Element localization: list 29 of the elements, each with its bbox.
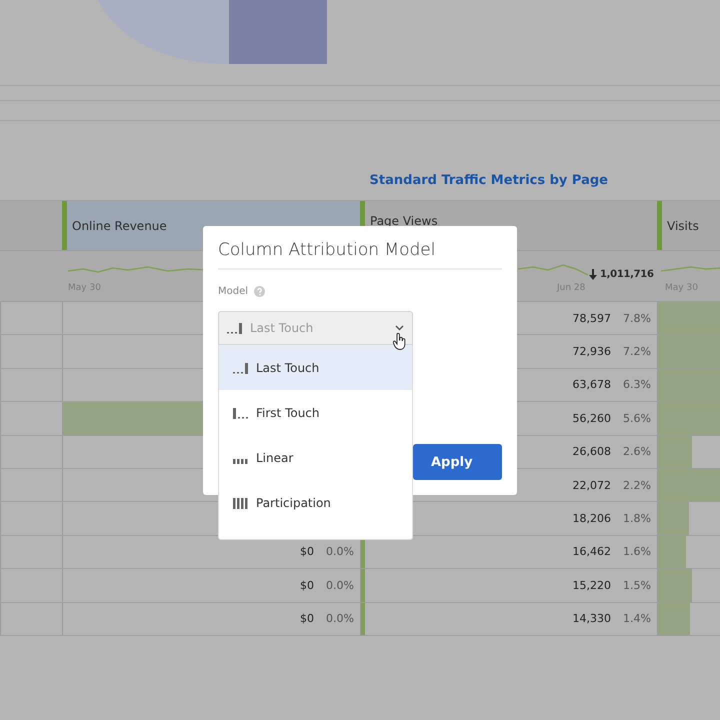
table-cell: 14,330 1.4% [360,602,657,636]
column-header[interactable]: Visits [657,200,720,250]
model-icon [233,458,248,464]
table-cell [0,368,62,402]
table-cell [0,335,62,369]
table-cell [0,602,62,636]
total-value: 1,011,716 [600,269,654,280]
table-cell [0,468,62,502]
model-icon [227,322,242,334]
chevron-down-icon [395,325,404,331]
table-cell [0,536,62,570]
model-icon [233,496,248,508]
hand-cursor-icon [393,333,407,350]
table-cell [0,436,62,469]
table-cell: $0 0.0% [62,569,360,603]
model-icon [233,406,248,418]
table-cell [0,302,62,336]
table-cell: $0 0.0% [62,602,360,636]
table-cell [0,569,62,603]
field-label: Model [218,286,248,297]
table-cell [0,502,62,536]
model-icon [233,362,248,374]
report-title: Standard Traffic Metrics by Page [370,172,608,190]
apply-button[interactable]: Apply [413,444,502,480]
down-arrow-icon [589,269,597,280]
dialog-title: Column Attribution Model [218,240,502,270]
help-icon[interactable] [254,286,266,297]
table-cell: 15,220 1.5% [360,569,657,603]
menu-option[interactable]: Last Touch [219,345,412,390]
